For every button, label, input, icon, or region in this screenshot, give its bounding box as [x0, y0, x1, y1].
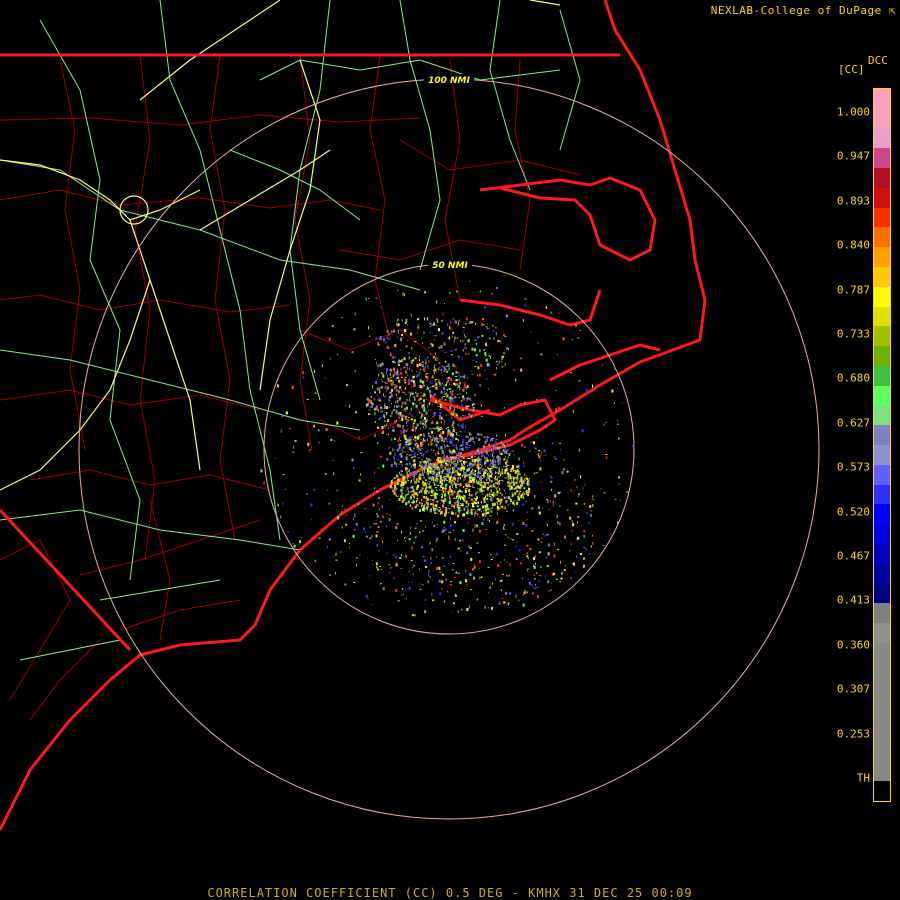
color-scale-segment [874, 365, 890, 386]
color-scale-segment [874, 405, 890, 426]
range-rings [78, 78, 820, 820]
color-scale-segment [874, 425, 890, 446]
color-scale-segment [874, 286, 890, 307]
legend-label: 0.733 [836, 327, 870, 341]
color-scale-segment [874, 168, 890, 188]
color-scale-segment [874, 306, 890, 327]
color-scale-segment [874, 128, 890, 149]
color-scale-segment [874, 207, 890, 228]
credit-text: NEXLAB-College of DuPage ⇱ [711, 4, 896, 17]
color-scale-segment [874, 346, 890, 366]
legend-label: 1.000 [836, 105, 870, 119]
county-lines [0, 54, 581, 721]
color-scale-segment [874, 682, 890, 703]
legend-label: 0.893 [836, 194, 870, 208]
range-ring-50 [263, 263, 635, 635]
color-scale-segment [874, 563, 890, 584]
color-scale-segment [874, 326, 890, 347]
color-scale-segment [874, 722, 890, 742]
color-scale-segment [874, 227, 890, 248]
color-scale-segment [874, 504, 890, 525]
color-scale-segment [874, 247, 890, 268]
color-scale-segment [874, 464, 890, 485]
legend-label: 0.253 [836, 727, 870, 741]
color-scale-segment [874, 484, 890, 505]
radar-map: 50 NMI 100 NMI [0, 0, 820, 831]
legend-label: 0.573 [836, 460, 870, 474]
product-caption: CORRELATION COEFFICIENT (CC) 0.5 DEG - K… [207, 886, 693, 900]
range-ring-label-50: 50 NMI [432, 261, 468, 271]
legend-label: 0.360 [836, 638, 870, 652]
color-scale-segment [874, 702, 890, 722]
color-scale-segment [874, 524, 890, 544]
color-scale-segment [874, 187, 890, 208]
color-scale-segment [874, 642, 890, 663]
legend-label: 0.840 [836, 238, 870, 252]
legend-unit: [CC] [838, 63, 865, 76]
color-scale-segment [874, 445, 890, 465]
legend-label: 0.680 [836, 371, 870, 385]
color-scale-segment [874, 108, 890, 129]
color-scale-segment [874, 148, 890, 169]
legend-label: 0.520 [836, 505, 870, 519]
arrow-cursor-icon: ⇱ [888, 4, 896, 17]
legend-label: 0.467 [836, 549, 870, 563]
legend-label: 0.627 [836, 416, 870, 430]
color-scale-segment [874, 583, 890, 604]
legend-product-code: DCC [868, 54, 888, 67]
color-scale-segment [874, 603, 890, 624]
color-scale-bar [873, 88, 891, 802]
legend-labels: 1.000 0.947 0.893 0.840 0.787 0.733 0.680 0.627… [818, 88, 870, 802]
color-scale-segment [874, 385, 890, 406]
range-ring-100 [78, 78, 820, 820]
state-borders [0, 0, 707, 831]
legend-label: 0.307 [836, 682, 870, 696]
color-scale-segment [874, 741, 890, 762]
color-scale-segment [874, 543, 890, 564]
color-scale-segment [874, 267, 890, 287]
color-scale-segment [874, 623, 890, 643]
radar-echoes [260, 280, 635, 617]
color-scale-segment [874, 761, 890, 782]
color-scale-segment [874, 89, 890, 109]
legend-label: 0.947 [836, 149, 870, 163]
primary-highways [0, 0, 561, 491]
legend-label: 0.787 [836, 283, 870, 297]
color-scale-segment [874, 781, 890, 802]
legend-label: TH [856, 771, 870, 785]
color-scale-segment [874, 662, 890, 683]
range-ring-label-100: 100 NMI [428, 76, 470, 86]
credit-label: NEXLAB-College of DuPage [710, 4, 882, 17]
legend-label: 0.413 [836, 593, 870, 607]
